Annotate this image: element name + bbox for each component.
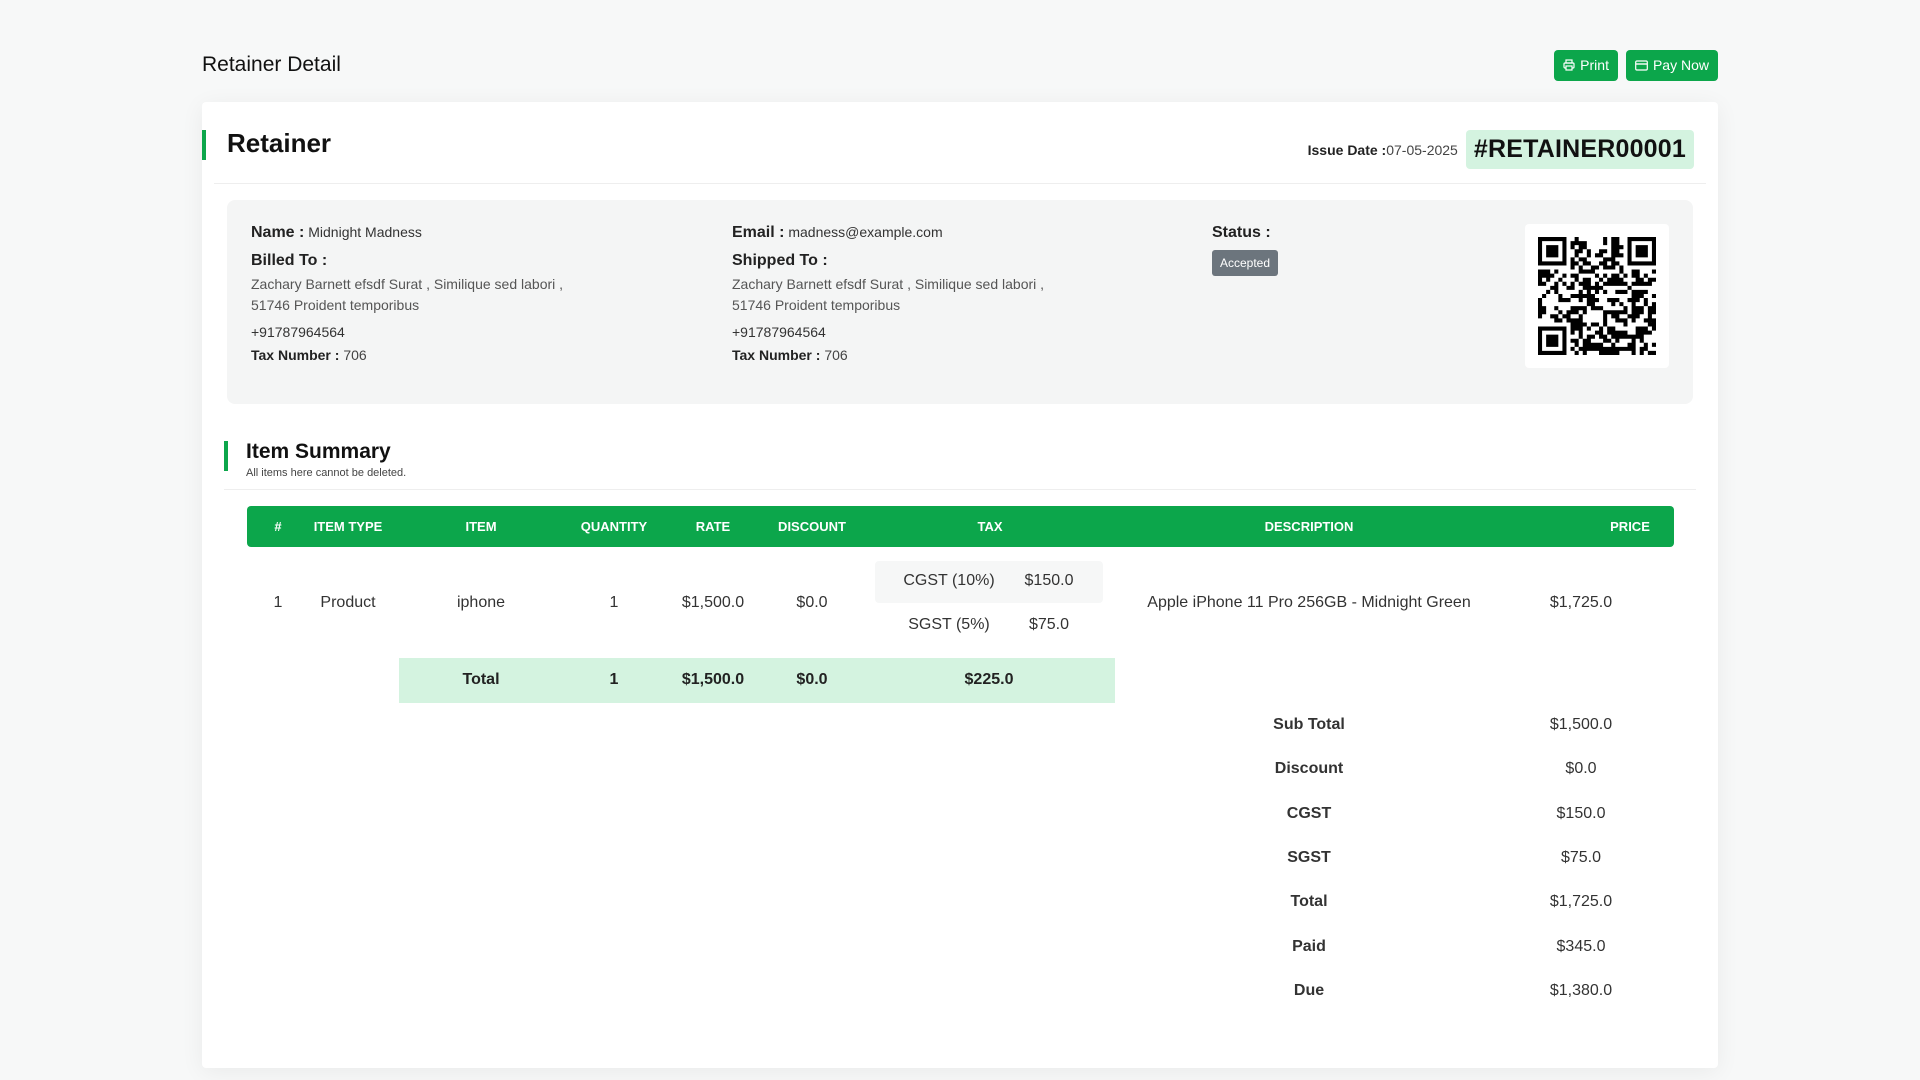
shipped-phone: +91787964564 [732,324,826,340]
col-rate: RATE [695,519,731,534]
summary-label: Paid [1292,938,1326,955]
summary-label: CGST [1286,805,1332,822]
item-summary-title: Item Summary [246,440,391,463]
title-accent-bar [202,130,206,160]
issue-info: Issue Date :07-05-2025 #RETAINER00001 [1308,130,1694,169]
retainer-card: Retainer Issue Date :07-05-2025 #RETAINE… [202,102,1718,1068]
row-item: iphone [456,594,506,611]
shipped-address-line-2: 51746 Proident temporibus [732,297,901,313]
page-header: Retainer Detail Print Pay Now [202,48,1718,82]
status-column: Status : Accepted [1212,224,1412,276]
col-item-type: ITEM TYPE [313,519,383,534]
summary-label: Discount [1274,760,1344,777]
col-description: DESCRIPTION [1264,519,1354,534]
tax-amount-cgst: $150.0 [1024,572,1074,589]
summary-label: SGST [1287,849,1331,866]
status-label: Status : [1212,224,1271,241]
print-label: Print [1580,57,1609,73]
summary-value: $0.0 [1565,760,1597,777]
tax-amount-sgst: $75.0 [1028,616,1070,633]
row-item-type: Product [320,594,376,611]
row-discount: $0.0 [796,594,828,611]
summary-value: $150.0 [1556,805,1606,822]
email-line: Email : madness@example.com [732,224,1152,242]
row-number: 1 [273,594,283,611]
summary-value: $345.0 [1556,938,1606,955]
summary-value: $1,500.0 [1549,716,1613,733]
credit-card-icon [1635,59,1648,71]
billed-address-line-1: Zachary Barnett efsdf Surat , Similique … [251,276,564,292]
items-table-header: # ITEM TYPE ITEM QUANTITY RATE DISCOUNT … [247,506,1674,547]
customer-name: Midnight Madness [308,224,422,240]
col-number: # [274,519,282,534]
shipped-address: Zachary Barnett efsdf Surat , Similique … [732,274,1152,316]
col-quantity: QUANTITY [580,519,648,534]
summary-value: $75.0 [1560,849,1602,866]
billed-tax-label: Tax Number : [251,347,340,363]
shipped-tax-label: Tax Number : [732,347,821,363]
shipped-to-label: Shipped To : [732,252,828,269]
shipped-address-line-1: Zachary Barnett efsdf Surat , Similique … [732,276,1045,292]
tax-name-sgst: SGST (5%) [908,616,990,633]
qr-code [1525,224,1669,368]
page-title: Retainer Detail [202,53,341,76]
pay-now-button[interactable]: Pay Now [1625,49,1718,81]
total-row-rate: $1,500.0 [681,671,745,688]
billed-tax-number: Tax Number : 706 [251,347,671,363]
billed-phone: +91787964564 [251,324,345,340]
col-tax: TAX [977,519,1003,534]
issue-date-value: 07-05-2025 [1386,141,1458,158]
shipped-column: Email : madness@example.com Shipped To :… [732,224,1152,363]
shipped-tax-value: 706 [824,347,848,363]
summary-value: $1,725.0 [1549,893,1613,910]
issue-date-label: Issue Date : [1307,141,1387,158]
billed-column: Name : Midnight Madness Billed To : Zach… [251,224,671,363]
retainer-number: #RETAINER00001 [1465,130,1694,169]
divider [224,489,1696,490]
item-summary-subtitle: All items here cannot be deleted. [246,467,407,479]
row-quantity: 1 [609,594,619,611]
col-discount: DISCOUNT [778,519,846,534]
summary-label: Total [1290,893,1328,910]
summary-label: Sub Total [1273,716,1345,733]
billed-address: Zachary Barnett efsdf Surat , Similique … [251,274,671,316]
name-label: Name : [251,224,305,241]
total-row-discount: $0.0 [796,671,828,688]
header-actions: Print Pay Now [1554,49,1718,81]
billed-to-label: Billed To : [251,252,328,269]
card-title: Retainer [227,128,332,158]
summary-accent-bar [224,441,228,471]
summary-value: $1,380.0 [1549,982,1613,999]
name-line: Name : Midnight Madness [251,224,671,242]
tax-name-cgst: CGST (10%) [903,572,995,589]
billed-address-line-2: 51746 Proident temporibus [251,297,420,313]
qr-code-image [1538,237,1656,355]
row-description: Apple iPhone 11 Pro 256GB - Midnight Gre… [1147,594,1471,611]
issue-date: Issue Date :07-05-2025 [1308,142,1458,158]
row-price: $1,725.0 [1549,594,1613,611]
divider [214,183,1706,184]
row-rate: $1,500.0 [681,594,745,611]
total-row-label: Total [462,671,500,688]
pay-now-label: Pay Now [1652,57,1709,73]
billed-tax-value: 706 [343,347,367,363]
card-header: Retainer Issue Date :07-05-2025 #RETAINE… [202,124,1718,182]
total-row-tax: $225.0 [964,671,1014,688]
shipped-tax-number: Tax Number : 706 [732,347,1152,363]
printer-icon [1563,59,1575,71]
email-label: Email : [732,224,785,241]
status-badge: Accepted [1212,250,1279,276]
print-button[interactable]: Print [1554,49,1618,81]
col-item: ITEM [465,519,497,534]
total-row-quantity: 1 [609,671,619,688]
summary-label: Due [1293,982,1325,999]
customer-email: madness@example.com [788,224,943,240]
col-price: PRICE [1610,519,1650,534]
billing-info-box: Name : Midnight Madness Billed To : Zach… [227,200,1693,404]
